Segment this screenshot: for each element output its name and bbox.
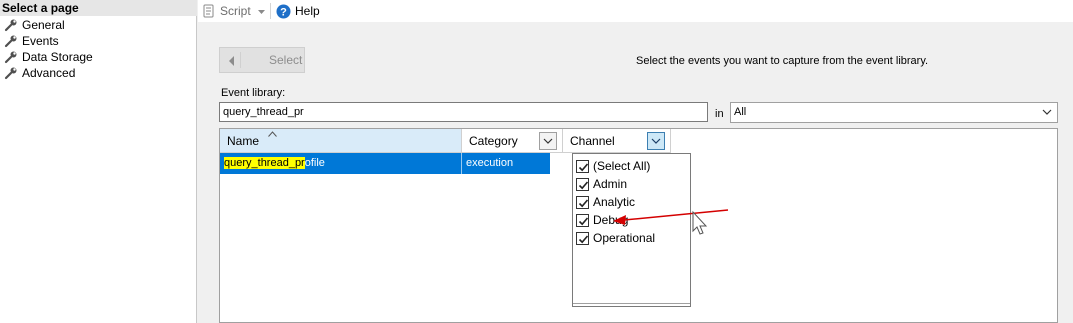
toolbar: Script ? Help [198, 0, 1073, 22]
category-filter-button[interactable] [539, 132, 557, 150]
column-header-category[interactable]: Category [462, 129, 563, 153]
event-library-search-input[interactable]: query_thread_pr [219, 102, 708, 122]
wrench-icon [4, 50, 18, 64]
button-separator [240, 52, 241, 68]
cell-divider [461, 153, 462, 174]
page-item-data-storage[interactable]: Data Storage [4, 49, 93, 65]
filter-option-label: Operational [593, 231, 656, 245]
toolbar-separator [270, 3, 271, 19]
column-channel-label: Channel [570, 134, 615, 148]
filter-option-analytic[interactable]: Analytic [576, 194, 635, 210]
filter-option-admin[interactable]: Admin [576, 176, 627, 192]
wrench-icon [4, 18, 18, 32]
page-item-events[interactable]: Events [4, 33, 59, 49]
wrench-icon [4, 66, 18, 80]
column-header-name[interactable]: Name [220, 129, 462, 153]
event-selection-form: Select Select the events you want to cap… [198, 22, 1073, 323]
select-button-label: Select [269, 53, 303, 67]
sort-ascending-icon [268, 130, 277, 139]
column-name-label: Name [227, 134, 260, 148]
filter-option-operational[interactable]: Operational [576, 230, 655, 246]
event-category-cell: execution [466, 157, 514, 169]
select-button[interactable]: Select [219, 47, 305, 73]
chevron-down-icon [1041, 106, 1053, 118]
checkbox[interactable] [576, 213, 589, 227]
checkmark-icon [578, 216, 589, 225]
channel-filter-dropdown: (Select All) Admin Analytic Debug Operat… [572, 153, 691, 307]
page-item-label: Data Storage [22, 50, 93, 64]
column-category-label: Category [469, 134, 518, 148]
page-item-label: Advanced [22, 66, 76, 80]
checkmark-icon [578, 198, 589, 207]
filter-option-label: Debug [593, 213, 629, 227]
page-item-label: Events [22, 34, 59, 48]
script-button[interactable]: Script [202, 2, 265, 20]
page-item-general[interactable]: General [4, 17, 65, 33]
page-item-label: General [22, 18, 65, 32]
filter-option-select-all[interactable]: (Select All) [576, 158, 650, 174]
table-row[interactable]: query_thread_profile execution [220, 153, 550, 174]
search-match-highlight: query_thread_pr [224, 157, 305, 169]
page-item-advanced[interactable]: Advanced [4, 65, 75, 81]
script-icon [202, 4, 216, 18]
chevron-down-icon[interactable] [257, 4, 265, 18]
help-icon: ? [276, 4, 291, 19]
event-name-cell: query_thread_profile [224, 153, 462, 174]
dropdown-bottom-border [573, 303, 690, 304]
arrow-left-icon [229, 56, 234, 66]
select-page-header: Select a page [0, 0, 197, 16]
chevron-down-icon [651, 138, 661, 144]
checkbox[interactable] [576, 195, 589, 209]
in-scope-value: All [734, 106, 747, 118]
script-label: Script [220, 4, 251, 18]
event-library-label: Event library: [221, 87, 286, 99]
select-page-panel: Select a page General Events Data Storag… [0, 0, 197, 323]
instructions-text: Select the events you want to capture fr… [636, 55, 929, 67]
channel-filter-button[interactable] [647, 132, 665, 150]
checkbox[interactable] [576, 159, 589, 173]
filter-option-debug[interactable]: Debug [576, 212, 628, 228]
checkbox[interactable] [576, 177, 589, 191]
wrench-icon [4, 34, 18, 48]
event-name-rest: ofile [304, 157, 325, 169]
checkmark-icon [578, 234, 589, 243]
help-button[interactable]: ? Help [276, 2, 320, 20]
checkmark-icon [578, 180, 589, 189]
filter-option-label: (Select All) [593, 159, 651, 173]
checkbox[interactable] [576, 231, 589, 245]
filter-option-label: Admin [593, 177, 628, 191]
chevron-down-icon [543, 138, 553, 144]
column-header-channel[interactable]: Channel [563, 129, 671, 153]
in-label: in [715, 108, 724, 120]
in-scope-select[interactable]: All [730, 102, 1058, 123]
event-library-grid: Name Category Channel query_thread_profi… [219, 128, 1058, 323]
filter-option-label: Analytic [593, 195, 636, 209]
help-label: Help [295, 4, 320, 18]
svg-text:?: ? [280, 6, 287, 18]
checkmark-icon [578, 162, 589, 171]
